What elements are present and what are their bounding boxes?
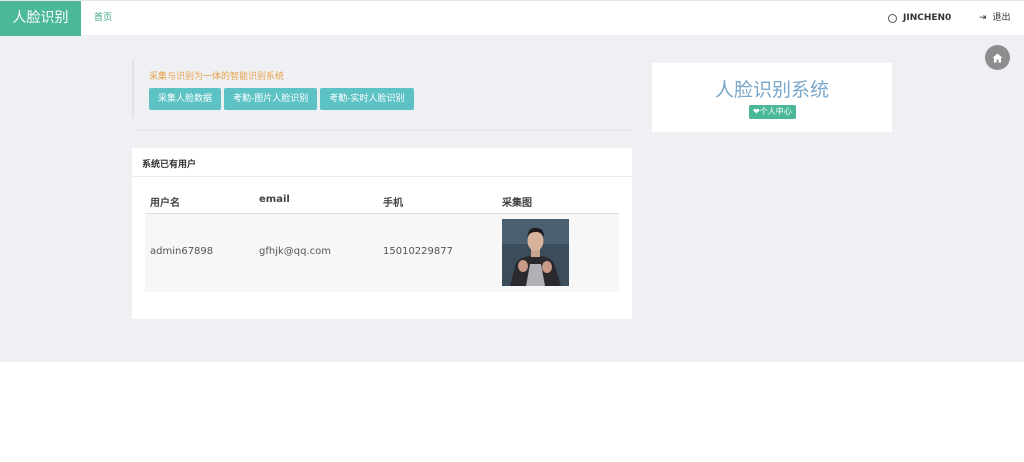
personal-center-button[interactable]: ❤个人中心	[749, 105, 796, 119]
brand-logo[interactable]: 人脸识别	[0, 1, 81, 36]
cell-phone: 15010229877	[383, 246, 453, 257]
cell-email: gfhjk@qq.com	[259, 246, 332, 257]
top-navbar: 人脸识别 首页 JINCHEN0 ⇥ 退出	[0, 0, 1024, 36]
users-card-title: 系统已有用户	[142, 160, 197, 170]
attendance-image-recognition-button[interactable]: 考勤-图片人脸识别	[224, 88, 318, 110]
users-table: 用户名 email 手机 采集图 admin67898 gfhjk@qq.com…	[145, 186, 619, 292]
logout-button[interactable]: ⇥ 退出	[979, 1, 1011, 36]
intro-section: 采集与识别为一体的智能识别系统 采集人脸数据 考勤-图片人脸识别 考勤-实时人脸…	[132, 60, 632, 118]
home-icon	[992, 53, 1003, 62]
attendance-realtime-recognition-button[interactable]: 考勤-实时人脸识别	[320, 88, 414, 110]
nav-home-link[interactable]: 首页	[94, 1, 112, 36]
section-divider	[132, 130, 632, 131]
action-buttons: 采集人脸数据 考勤-图片人脸识别 考勤-实时人脸识别	[149, 88, 414, 110]
page-root: 人脸识别 首页 JINCHEN0 ⇥ 退出 采集与识别为一体的智能识别系统 采集…	[0, 0, 1024, 462]
column-header-email: email	[259, 194, 290, 205]
logout-label: 退出	[992, 13, 1011, 23]
profile-panel: 人脸识别系统 ❤个人中心	[652, 63, 892, 132]
tagline: 采集与识别为一体的智能识别系统	[149, 72, 285, 82]
table-row: admin67898 gfhjk@qq.com 15010229877	[145, 214, 619, 292]
system-title: 人脸识别系统	[714, 79, 829, 101]
column-header-phone: 手机	[383, 198, 403, 209]
face-photo-image	[502, 219, 569, 286]
cell-username: admin67898	[150, 246, 214, 257]
users-card-header: 系统已有用户	[132, 148, 632, 177]
user-menu[interactable]: JINCHEN0	[888, 1, 951, 36]
column-header-username: 用户名	[150, 198, 180, 209]
home-button[interactable]	[985, 45, 1010, 70]
user-circle-icon	[888, 14, 897, 23]
username-label: JINCHEN0	[903, 13, 952, 23]
collect-face-data-button[interactable]: 采集人脸数据	[149, 88, 222, 110]
table-header-row: 用户名 email 手机 采集图	[145, 186, 619, 214]
logout-icon: ⇥	[979, 13, 987, 23]
face-photo-thumbnail	[502, 219, 569, 286]
users-card: 系统已有用户 用户名 email 手机 采集图 admin67898 gfhjk…	[132, 148, 632, 319]
column-header-photo: 采集图	[502, 198, 532, 209]
